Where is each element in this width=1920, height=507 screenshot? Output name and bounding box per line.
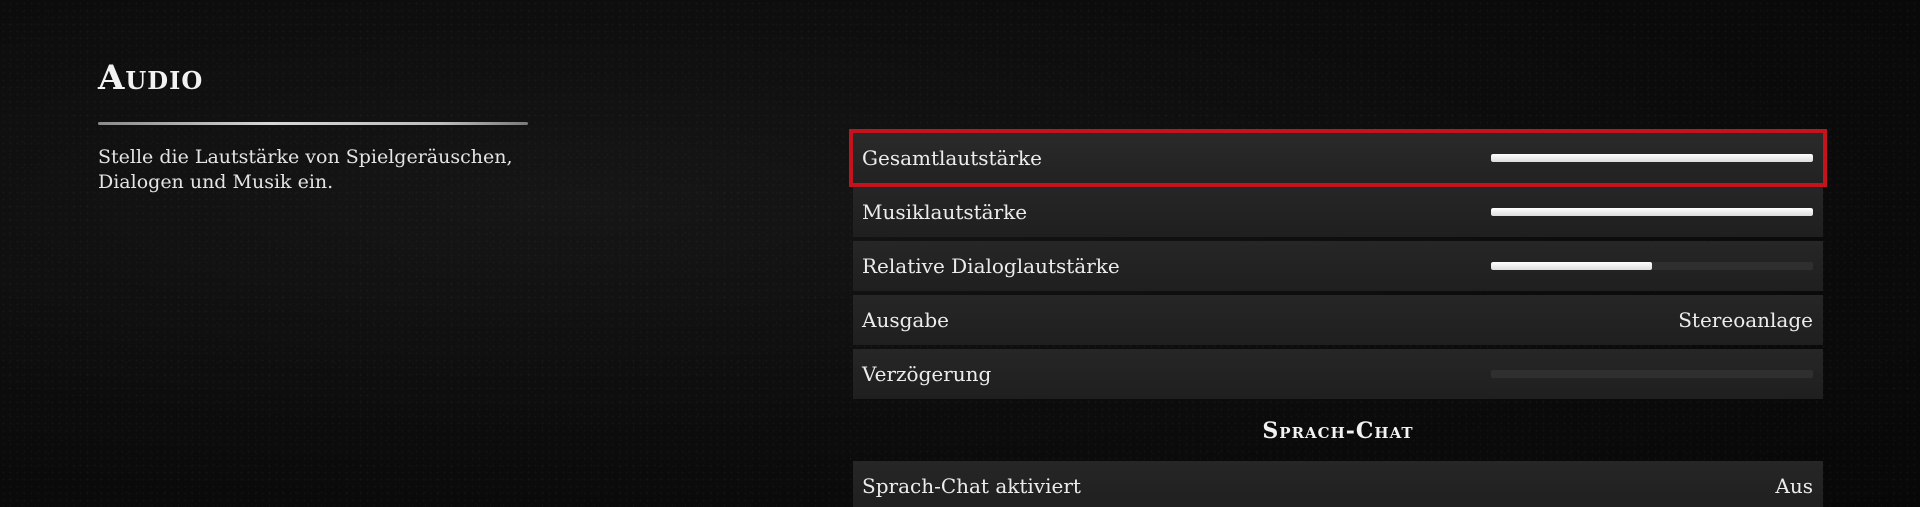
setting-label: Musiklautstärke	[862, 200, 1028, 224]
output-value[interactable]: Stereoanlage	[1678, 308, 1813, 332]
setting-label: Sprach-Chat aktiviert	[862, 474, 1081, 498]
category-description: Stelle die Lautstärke von Spielgeräusche…	[98, 146, 513, 193]
slider-fill	[1491, 208, 1813, 216]
settings-list: Gesamtlautstärke Musiklautstärke Relativ…	[849, 129, 1827, 507]
delay-slider[interactable]	[1491, 370, 1813, 378]
page-title: Audio	[98, 58, 204, 98]
setting-row-master-volume[interactable]: Gesamtlautstärke	[849, 129, 1827, 187]
title-divider	[98, 122, 528, 125]
setting-row-voice-chat-enabled[interactable]: Sprach-Chat aktiviert Aus	[853, 461, 1823, 507]
voice-chat-enabled-value[interactable]: Aus	[1775, 474, 1813, 498]
dialog-volume-slider[interactable]	[1491, 262, 1813, 270]
master-volume-slider[interactable]	[1491, 154, 1813, 162]
setting-row-output[interactable]: Ausgabe Stereoanlage	[853, 295, 1823, 345]
setting-row-delay[interactable]: Verzögerung	[853, 349, 1823, 399]
setting-label: Ausgabe	[862, 308, 949, 332]
slider-fill	[1491, 262, 1652, 270]
music-volume-slider[interactable]	[1491, 208, 1813, 216]
voice-chat-section-header: Sprach-Chat	[1262, 418, 1414, 444]
setting-row-music-volume[interactable]: Musiklautstärke	[853, 187, 1823, 237]
slider-fill	[1491, 154, 1813, 162]
setting-label: Relative Dialoglautstärke	[862, 254, 1120, 278]
setting-label: Verzögerung	[862, 362, 992, 386]
setting-label: Gesamtlautstärke	[862, 146, 1042, 170]
setting-row-dialog-volume[interactable]: Relative Dialoglautstärke	[853, 241, 1823, 291]
category-info-panel: Audio Stelle die Lautstärke von Spielger…	[98, 52, 528, 195]
